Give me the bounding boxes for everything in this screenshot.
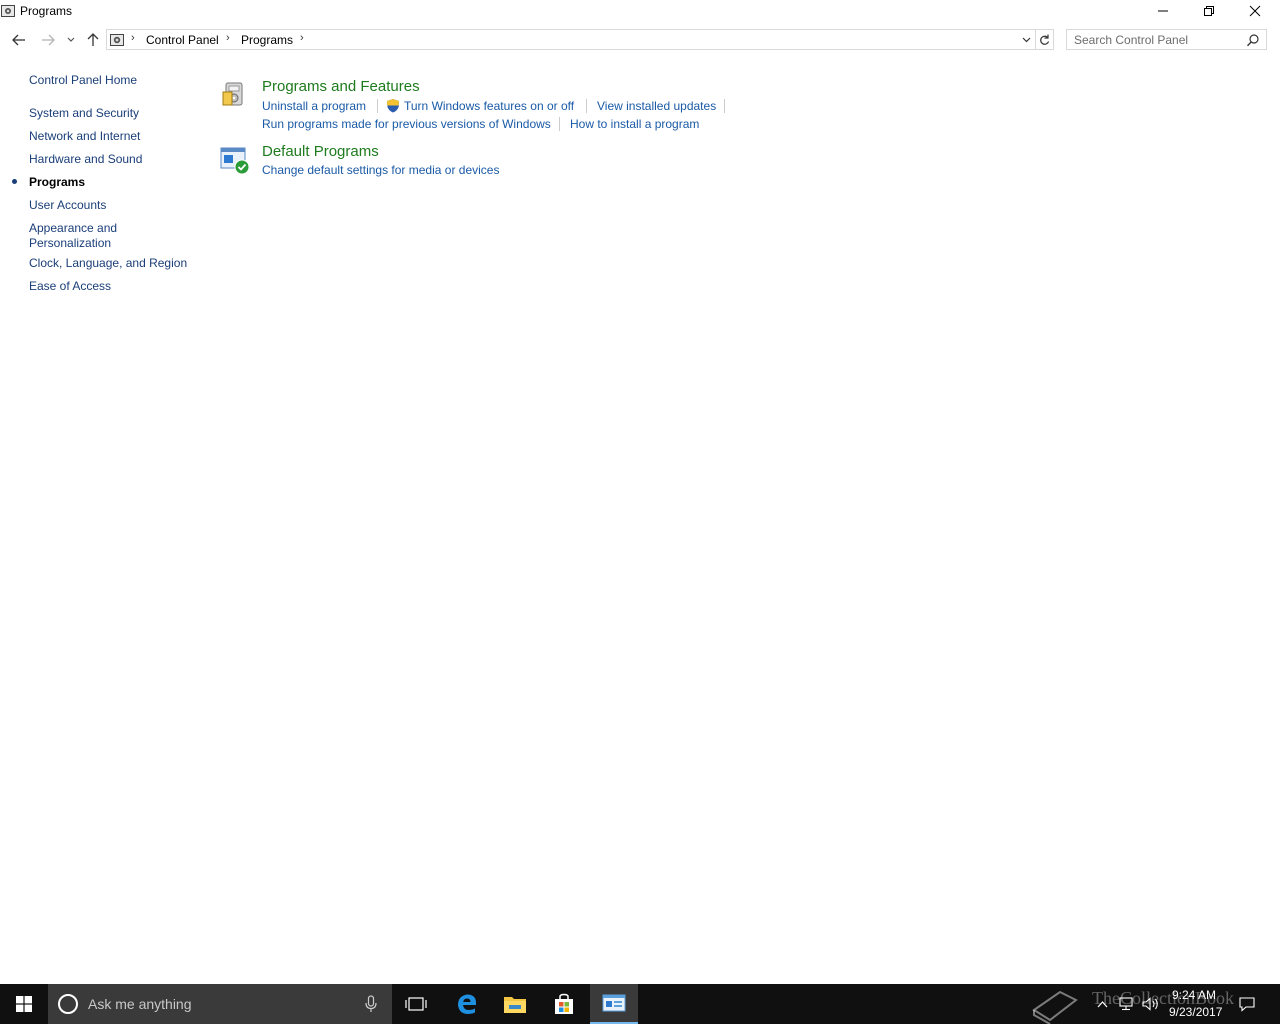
close-icon [1249,5,1261,17]
cortana-search-box[interactable]: Ask me anything [48,984,392,1024]
breadcrumb-separator[interactable]: › [300,32,304,44]
cortana-search-placeholder: Ask me anything [88,996,192,1012]
navigation-bar: › Control Panel › Programs › [0,28,1280,52]
back-button[interactable] [8,28,30,52]
link-separator [559,117,560,131]
address-bar[interactable]: › Control Panel › Programs › [106,29,1036,50]
restore-button[interactable] [1186,0,1232,22]
sidebar-item-appearance[interactable]: Appearance and Personalization [29,221,117,251]
show-hidden-icons-button[interactable] [1093,984,1111,1024]
link-separator [724,99,725,113]
chevron-down-icon [67,37,75,42]
forward-button[interactable] [37,28,59,52]
volume-tray-button[interactable] [1140,984,1162,1024]
refresh-button[interactable] [1036,29,1054,50]
close-button[interactable] [1232,0,1278,22]
uac-shield-icon [387,99,399,113]
speaker-icon [1142,997,1158,1011]
chevron-down-icon [1022,37,1030,43]
microphone-icon[interactable] [364,995,378,1013]
sidebar-item-clock-language-region[interactable]: Clock, Language, and Region [29,256,187,271]
sidebar-item-network-internet[interactable]: Network and Internet [29,129,140,144]
cortana-icon [58,994,78,1014]
programs-features-icon[interactable] [220,80,250,110]
network-icon [1119,997,1133,1011]
sidebar-item-appearance-line1: Appearance and [29,221,118,235]
network-tray-button[interactable] [1115,984,1137,1024]
default-programs-icon[interactable] [220,146,250,176]
title-bar: Programs [0,0,1280,24]
clock-time: 9:24 AM [1172,988,1217,1002]
control-panel-icon [602,994,626,1012]
sidebar-item-programs: Programs [29,175,86,189]
watermark-book-logo [1032,990,1078,1024]
sidebar-item-appearance-line2: Personalization [29,236,112,250]
link-separator [377,99,378,113]
address-dropdown-button[interactable] [1019,32,1033,48]
recent-locations-button[interactable] [61,28,81,52]
minimize-button[interactable] [1140,0,1186,22]
notification-icon [1239,997,1255,1012]
breadcrumb-control-panel[interactable]: Control Panel [146,33,219,47]
clock-date: 9/23/2017 [1169,1005,1223,1019]
search-icon[interactable] [1246,33,1260,47]
sidebar-item-hardware-sound[interactable]: Hardware and Sound [29,152,142,167]
forward-arrow-icon [42,34,55,46]
change-default-settings-link[interactable]: Change default settings for media or dev… [262,163,499,177]
search-box[interactable] [1066,29,1267,50]
taskbar-edge[interactable] [443,984,491,1024]
taskbar-file-explorer[interactable] [491,984,539,1024]
programs-features-title[interactable]: Programs and Features [262,78,420,95]
task-view-icon [405,997,427,1011]
run-older-programs-link[interactable]: Run programs made for previous versions … [262,117,551,131]
view-installed-updates-link[interactable]: View installed updates [597,99,716,113]
chevron-up-icon [1097,1000,1107,1007]
breadcrumb-separator[interactable]: › [131,32,135,44]
sidebar-item-user-accounts[interactable]: User Accounts [29,198,106,213]
category-default-programs: Default Programs Change default settings… [220,143,620,180]
control-panel-icon [1,5,15,17]
default-programs-title[interactable]: Default Programs [262,143,379,160]
search-input[interactable] [1067,30,1245,49]
breadcrumb-separator[interactable]: › [226,32,230,44]
refresh-icon [1040,34,1050,45]
current-item-bullet [12,179,17,184]
sidebar-item-ease-of-access[interactable]: Ease of Access [29,279,111,294]
how-to-install-program-link[interactable]: How to install a program [570,117,699,131]
action-center-button[interactable] [1236,984,1258,1024]
uninstall-program-link[interactable]: Uninstall a program [262,99,366,113]
breadcrumb-programs[interactable]: Programs [241,33,293,47]
edge-icon [458,994,476,1014]
up-arrow-icon [87,33,99,46]
taskbar: Ask me anything TheCollectionBook 9:24 A… [0,984,1280,1024]
back-arrow-icon [12,34,25,46]
windows-logo-icon [16,996,32,1012]
store-icon [555,993,573,1014]
start-button[interactable] [0,984,48,1024]
category-programs-features: Programs and Features Uninstall a progra… [220,78,780,136]
turn-windows-features-link[interactable]: Turn Windows features on or off [404,99,574,113]
link-separator [586,99,587,113]
sidebar-item-system-security[interactable]: System and Security [29,106,139,121]
control-panel-icon [110,34,124,46]
taskbar-control-panel[interactable] [590,984,638,1024]
window-title: Programs [20,4,73,18]
minimize-icon [1158,10,1168,12]
up-button[interactable] [82,28,104,52]
taskbar-store[interactable] [540,984,588,1024]
restore-icon [1204,6,1214,16]
task-view-button[interactable] [392,984,440,1024]
folder-icon [504,997,526,1013]
control-panel-home-link[interactable]: Control Panel Home [29,73,137,88]
